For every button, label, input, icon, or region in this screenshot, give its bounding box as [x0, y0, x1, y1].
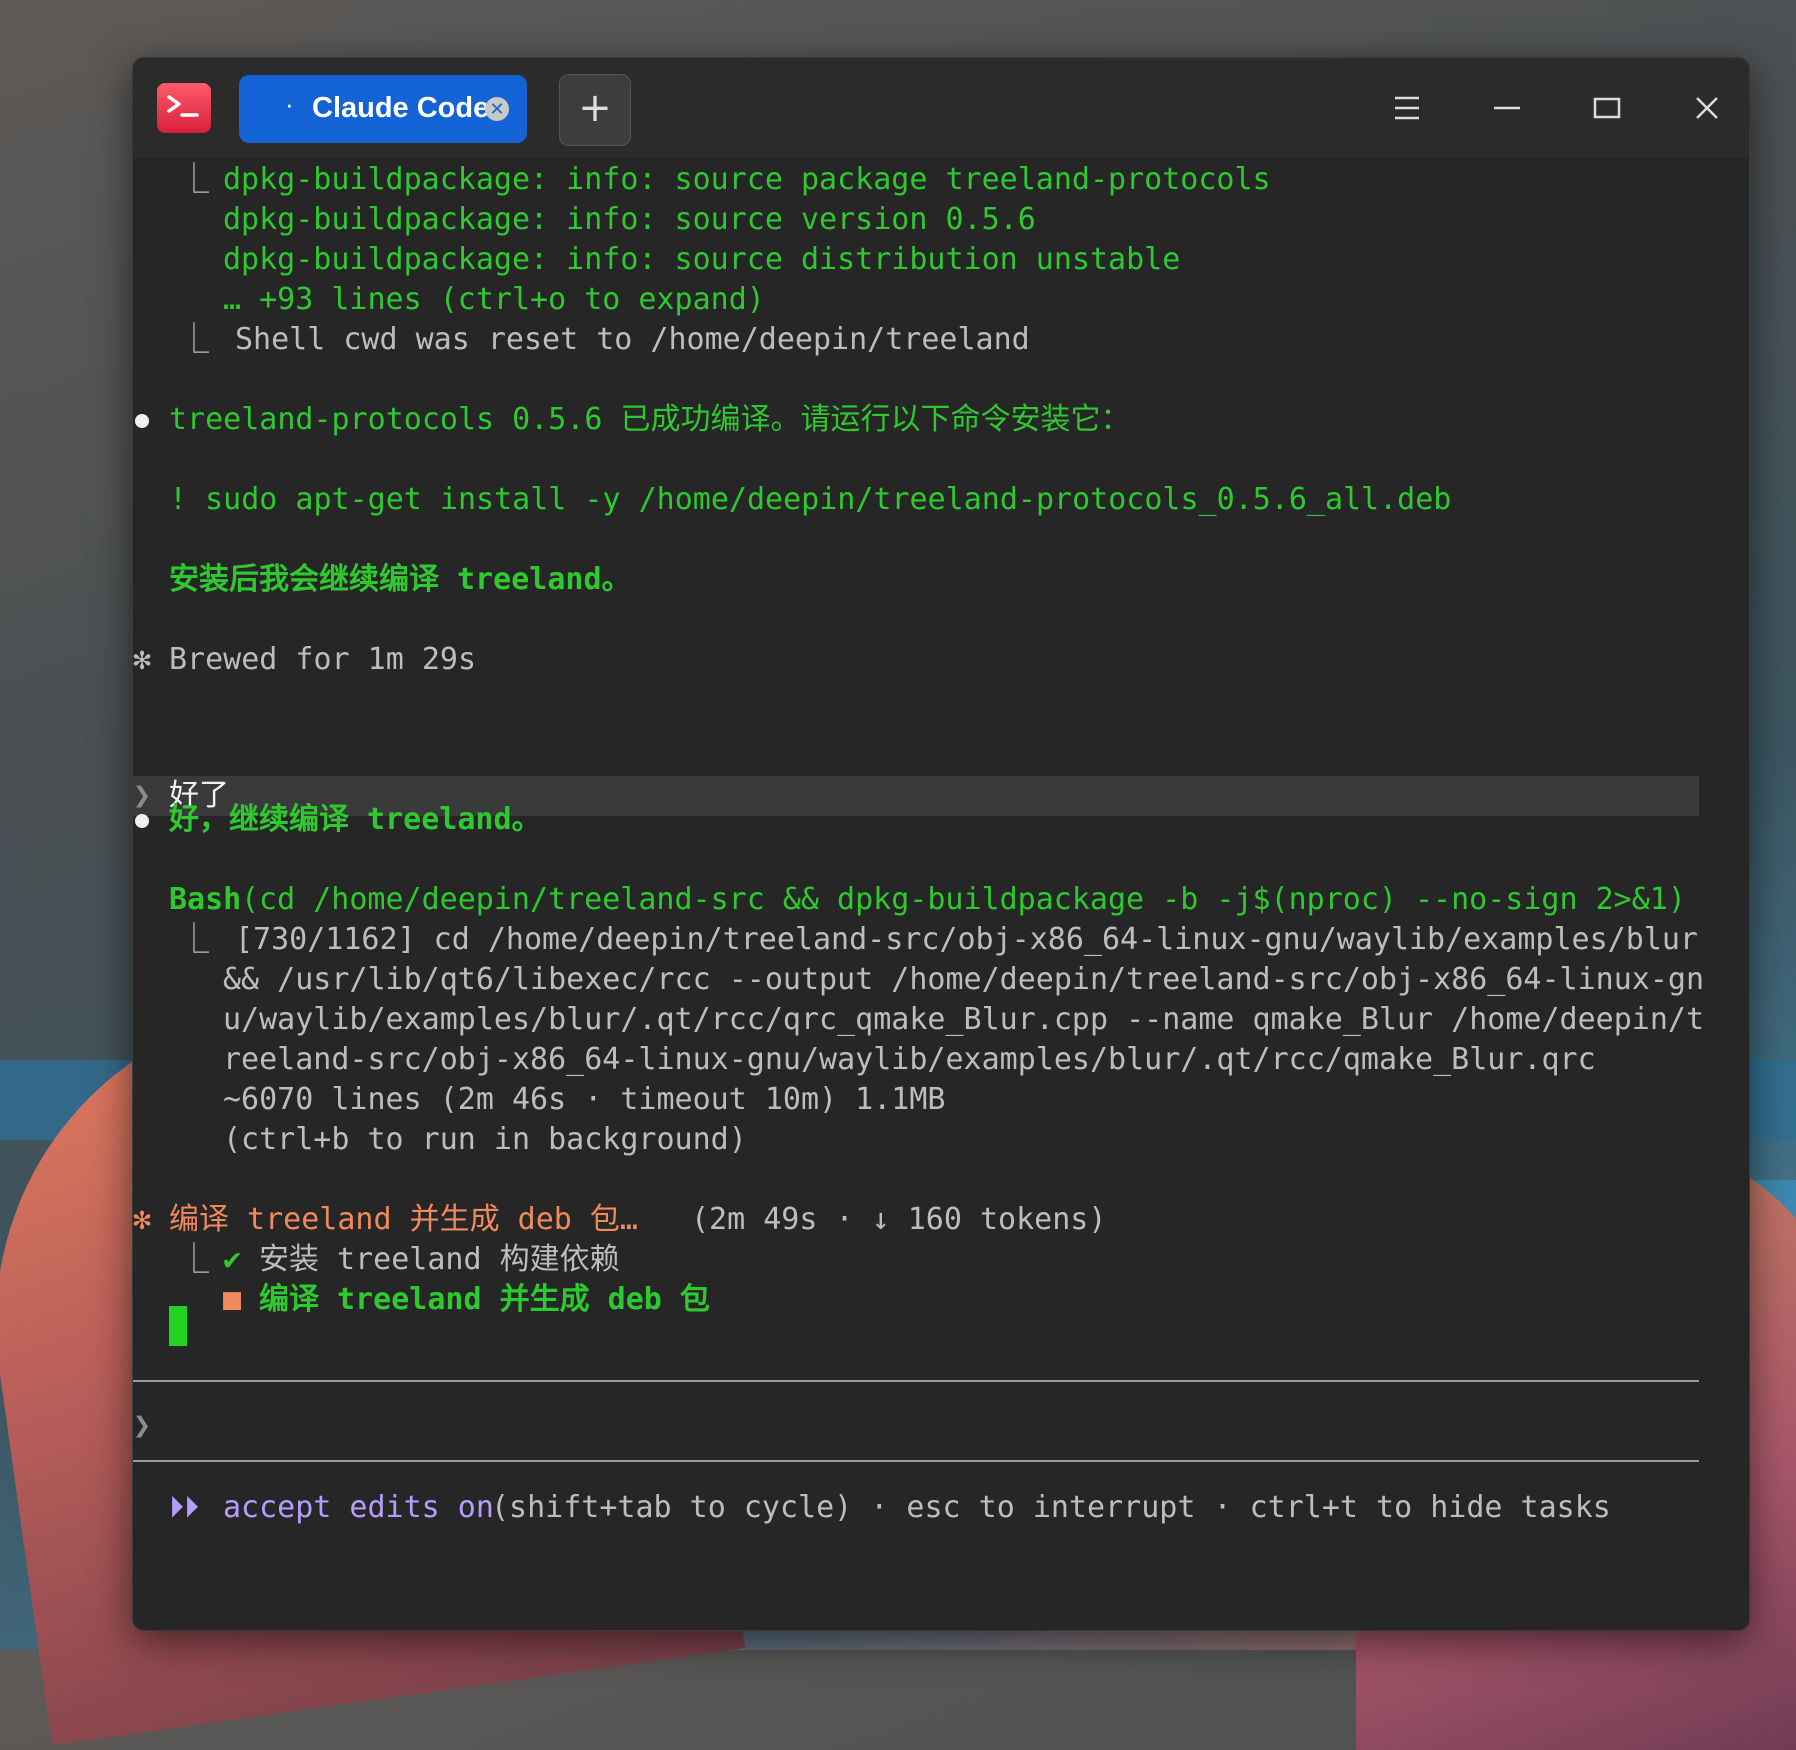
bash-output-line: reeland-src/obj-x86_64-linux-gnu/waylib/…: [223, 1042, 1596, 1077]
tree-prefix: ⎿: [179, 322, 209, 357]
input-prompt-chevron-icon: ❯: [133, 1408, 152, 1443]
bash-output-line: && /usr/lib/qt6/libexec/rcc --output /ho…: [223, 962, 1705, 997]
text-cursor: [169, 1306, 187, 1346]
terminal-output[interactable]: ⎿ dpkg-buildpackage: info: source packag…: [133, 158, 1749, 1630]
output-line: dpkg-buildpackage: info: source package …: [223, 162, 1271, 197]
tree-prefix: ⎿: [179, 922, 209, 957]
fast-forward-icon: ⏵⏵: [169, 1490, 199, 1525]
in-progress-square-icon: ■: [223, 1282, 242, 1317]
message-bullet-icon: [135, 814, 149, 828]
bash-output-line: u/waylib/examples/blur/.qt/rcc/qrc_qmake…: [223, 1002, 1705, 1037]
brewed-time: Brewed for 1m 29s: [169, 642, 477, 677]
assistant-message: treeland-protocols 0.5.6 已成功编译。请运行以下命令安装…: [169, 402, 1131, 437]
asterisk-icon: ✻: [133, 642, 152, 677]
output-line: dpkg-buildpackage: info: source distribu…: [223, 242, 1181, 277]
new-tab-button[interactable]: +: [559, 74, 631, 146]
install-command: ! sudo apt-get install -y /home/deepin/t…: [169, 482, 1452, 517]
assistant-message: 好，继续编译 treeland。: [169, 802, 542, 837]
task-meta: (2m 49s · ↓ 160 tokens): [691, 1202, 1107, 1237]
message-bullet-icon: [135, 414, 149, 428]
expand-hint[interactable]: … +93 lines (ctrl+o to expand): [223, 280, 765, 320]
terminal-window: · Claude Code ✕ + ⎿ dpkg-buildpackage: i…: [132, 57, 1750, 1631]
tab-close-icon[interactable]: ✕: [485, 97, 509, 121]
bash-output-stats: ~6070 lines (2m 46s · timeout 10m) 1.1MB: [223, 1082, 946, 1117]
todo-item-done: 安装 treeland 构建依赖: [259, 1242, 620, 1277]
title-bar: · Claude Code ✕ +: [133, 58, 1749, 158]
footer-hints: (shift+tab to cycle) · esc to interrupt …: [491, 1490, 1611, 1525]
tab-title: Claude Code: [312, 92, 490, 124]
tab-activity-dot: ·: [285, 89, 294, 119]
assistant-message: 安装后我会继续编译 treeland。: [169, 562, 632, 597]
spinner-asterisk-icon: ✻: [133, 1202, 152, 1237]
minimize-icon[interactable]: [1485, 86, 1529, 130]
tab-claude-code[interactable]: · Claude Code ✕: [239, 75, 527, 143]
current-task-status: 编译 treeland 并生成 deb 包…: [169, 1202, 638, 1237]
accept-edits-mode[interactable]: accept edits on: [223, 1488, 494, 1528]
tree-prefix: ⎿: [179, 1242, 209, 1277]
terminal-app-icon: [157, 83, 211, 133]
output-line: Shell cwd was reset to /home/deepin/tree…: [235, 322, 1030, 357]
check-icon: ✔: [223, 1242, 242, 1277]
menu-icon[interactable]: [1385, 86, 1429, 130]
close-icon[interactable]: [1685, 86, 1729, 130]
output-line: dpkg-buildpackage: info: source version …: [223, 202, 1036, 237]
todo-item-active: 编译 treeland 并生成 deb 包: [259, 1282, 710, 1317]
prompt-chevron-icon: ❯: [133, 778, 152, 813]
input-divider-bottom: [133, 1460, 1699, 1462]
bash-command: (cd /home/deepin/treeland-src && dpkg-bu…: [241, 882, 1686, 917]
bash-tool-label: Bash: [169, 882, 242, 917]
input-divider-top: [133, 1380, 1699, 1382]
background-hint[interactable]: (ctrl+b to run in background): [223, 1120, 747, 1160]
tree-prefix: ⎿: [179, 162, 209, 197]
maximize-icon[interactable]: [1585, 86, 1629, 130]
bash-output-line: [730/1162] cd /home/deepin/treeland-src/…: [235, 922, 1698, 957]
